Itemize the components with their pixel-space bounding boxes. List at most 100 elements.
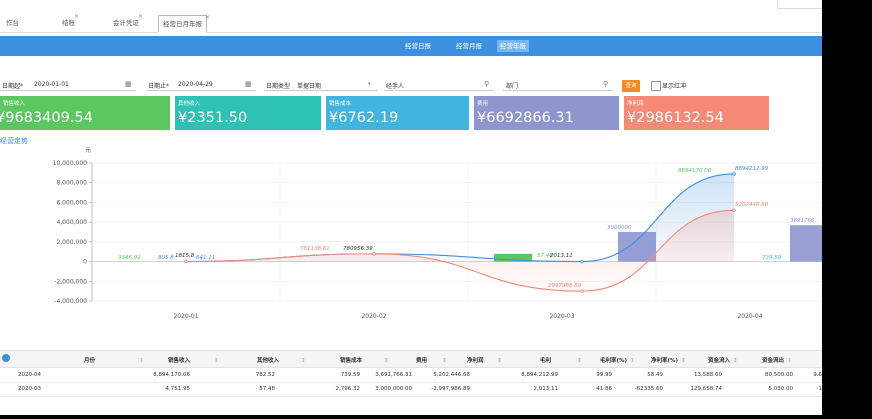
col-other-income[interactable]: 其他收入 ↕ bbox=[257, 356, 306, 364]
card-value: ¥6692866.31 bbox=[477, 110, 574, 126]
net-profit-point bbox=[580, 289, 584, 293]
sort-icon[interactable]: ↕ bbox=[214, 358, 219, 364]
col-gross-margin[interactable]: 毛利率(%) ↕ bbox=[600, 356, 635, 364]
top-right-box bbox=[777, 0, 822, 9]
net-profit-point bbox=[184, 259, 188, 264]
sort-icon[interactable]: ↕ bbox=[681, 358, 686, 364]
date-type-underline bbox=[264, 90, 378, 91]
handler-underline bbox=[384, 90, 494, 91]
col-gross-profit[interactable]: 毛利 ↕ bbox=[540, 356, 582, 364]
table-cell: 2,013.11 bbox=[533, 386, 559, 392]
sort-icon[interactable]: ↕ bbox=[442, 358, 447, 364]
chevron-down-icon[interactable]: ▾ bbox=[368, 81, 371, 87]
sort-icon[interactable]: ↕ bbox=[733, 358, 738, 364]
search-icon[interactable]: ⚲ bbox=[603, 80, 608, 88]
table-cell: 13,588.60 bbox=[694, 372, 722, 378]
y-tick-label: 6,000,000 bbox=[56, 199, 87, 206]
table-cell: 57.48 bbox=[259, 386, 275, 392]
col-cash-in[interactable]: 资金流入 ↕ bbox=[708, 356, 738, 364]
y-tick-label: 0 bbox=[83, 259, 87, 266]
gross-profit-point bbox=[732, 172, 736, 176]
sort-icon[interactable]: ↕ bbox=[630, 358, 635, 364]
dept-input[interactable]: 部门 bbox=[506, 81, 518, 90]
table-cell: 3,691,766.31 bbox=[375, 372, 412, 378]
nav-daily-report[interactable]: 经营日报 bbox=[402, 40, 434, 52]
x-tick-label: 2020-01 bbox=[173, 313, 198, 320]
date-start-underline bbox=[0, 90, 136, 91]
card-label: 其他收入 bbox=[178, 101, 201, 107]
search-icon[interactable]: ⚲ bbox=[484, 80, 489, 88]
date-end-underline bbox=[146, 90, 256, 91]
calendar-icon[interactable]: ▦ bbox=[245, 80, 252, 88]
calendar-icon[interactable]: ▦ bbox=[125, 80, 132, 88]
tab-vouchers[interactable]: 会计凭证 × bbox=[113, 13, 143, 31]
tab-label: 会计凭证 bbox=[113, 19, 139, 27]
card-label: 费用 bbox=[477, 101, 489, 107]
col-month[interactable]: 月份 ↕ bbox=[84, 356, 144, 364]
table-cell: 2,796.32 bbox=[335, 386, 361, 392]
data-label: 2997986.89 bbox=[548, 283, 582, 289]
sort-icon[interactable]: ↕ bbox=[787, 358, 792, 364]
col-expenses[interactable]: 费用 ↕ bbox=[416, 356, 447, 364]
table-cell: 129,658.74 bbox=[690, 386, 723, 392]
data-label: 781138.61 bbox=[300, 246, 330, 252]
table-row[interactable]: 2020-04 8,894,170.06 782.52 739.59 3,691,766… bbox=[0, 368, 822, 383]
table-cell: -62335.60 bbox=[634, 386, 663, 392]
tab-business-report[interactable]: 经营日月年报 × bbox=[158, 14, 210, 33]
tab-strip: 作台 结账 × 会计凭证 × 经营日月年报 × bbox=[0, 12, 822, 33]
card-value: ¥2351.50 bbox=[178, 110, 248, 126]
y-axis-unit-label: 元 bbox=[85, 147, 91, 154]
nav-yearly-report[interactable]: 经营年报 bbox=[497, 40, 529, 52]
data-label: 641.11 bbox=[196, 255, 215, 261]
col-cash-out[interactable]: 资金流出 ↕ bbox=[762, 356, 792, 364]
sort-icon[interactable]: ↕ bbox=[577, 358, 582, 364]
trend-chart: 元 10,000,000 8,000,000 6,000,000 4,000,000 2,… bbox=[53, 147, 822, 320]
settings-icon[interactable] bbox=[2, 354, 10, 362]
sort-icon[interactable]: ↕ bbox=[301, 358, 306, 364]
date-start-input[interactable]: 2020-01-01 bbox=[34, 81, 69, 88]
data-label: 739.59 bbox=[762, 255, 782, 261]
filter-bar: 日期起* 2020-01-01 ▦ 日期止* 2020-04-29 ▦ 日期类型… bbox=[0, 78, 822, 92]
table-cell: 41.86 bbox=[596, 386, 612, 392]
y-tick-label: 8,000,000 bbox=[56, 180, 87, 187]
date-type-select[interactable]: 单据日期 bbox=[297, 81, 321, 90]
y-tick-label: 10,000,000 bbox=[53, 160, 88, 167]
table-row[interactable]: 2020-03 4,751.95 57.48 2,796.32 3,000,000.00… bbox=[0, 382, 822, 397]
y-tick-label: 2,000,000 bbox=[56, 239, 87, 246]
sort-icon[interactable]: ↕ bbox=[139, 358, 144, 364]
card-value: ¥6762.19 bbox=[329, 110, 399, 126]
col-net-margin[interactable]: 净利率(%) ↕ bbox=[651, 356, 686, 364]
data-label: 1815.8 bbox=[175, 253, 195, 259]
data-label: 780956.39 bbox=[343, 246, 373, 252]
card-cost-of-sales: 销售成本 ¥6762.19 bbox=[326, 96, 469, 130]
tab-closing[interactable]: 结账 × bbox=[62, 13, 79, 31]
bar-expense bbox=[790, 225, 822, 262]
y-tick-label: -4,000,000 bbox=[54, 298, 87, 305]
table-header: 月份 ↕ 销售收入 ↕ 其他收入 ↕ 销售成本 ↕ 费用 ↕ 净利润 ↕ 毛利 ↕ 毛利率(%… bbox=[0, 350, 822, 368]
sort-icon[interactable]: ↕ bbox=[498, 358, 503, 364]
col-sales-revenue[interactable]: 销售收入 ↕ bbox=[168, 356, 219, 364]
table-cell: 5,202,446.68 bbox=[433, 372, 470, 378]
close-icon[interactable]: × bbox=[138, 9, 143, 25]
y-tick-label: -2,000,000 bbox=[54, 278, 87, 285]
nav-monthly-report[interactable]: 经营月报 bbox=[453, 40, 485, 52]
date-end-input[interactable]: 2020-04-29 bbox=[178, 81, 213, 88]
card-label: 净利润 bbox=[627, 101, 644, 107]
tab-workbench[interactable]: 作台 bbox=[6, 15, 19, 31]
handler-input[interactable]: 经手人 bbox=[386, 81, 404, 90]
query-button[interactable]: 查询 bbox=[622, 80, 640, 92]
sort-icon[interactable]: ↕ bbox=[384, 358, 389, 364]
close-icon[interactable]: × bbox=[205, 10, 210, 26]
tab-label: 作台 bbox=[6, 19, 19, 27]
data-label: 3346.92 bbox=[118, 255, 141, 261]
col-cost-of-sales[interactable]: 销售成本 ↕ bbox=[340, 356, 389, 364]
data-label: 8894212.99 bbox=[735, 166, 769, 172]
card-other-income: 其他收入 ¥2351.50 bbox=[175, 96, 321, 130]
close-icon[interactable]: × bbox=[74, 9, 79, 25]
show-red-checkbox[interactable] bbox=[651, 81, 661, 91]
table-cell: 5,030.00 bbox=[768, 386, 794, 392]
data-label: 8894170.06 bbox=[678, 168, 712, 174]
col-net-profit[interactable]: 净利润 ↕ bbox=[467, 356, 502, 364]
net-profit-point bbox=[372, 252, 376, 256]
card-value: ¥2986132.54 bbox=[627, 110, 724, 126]
